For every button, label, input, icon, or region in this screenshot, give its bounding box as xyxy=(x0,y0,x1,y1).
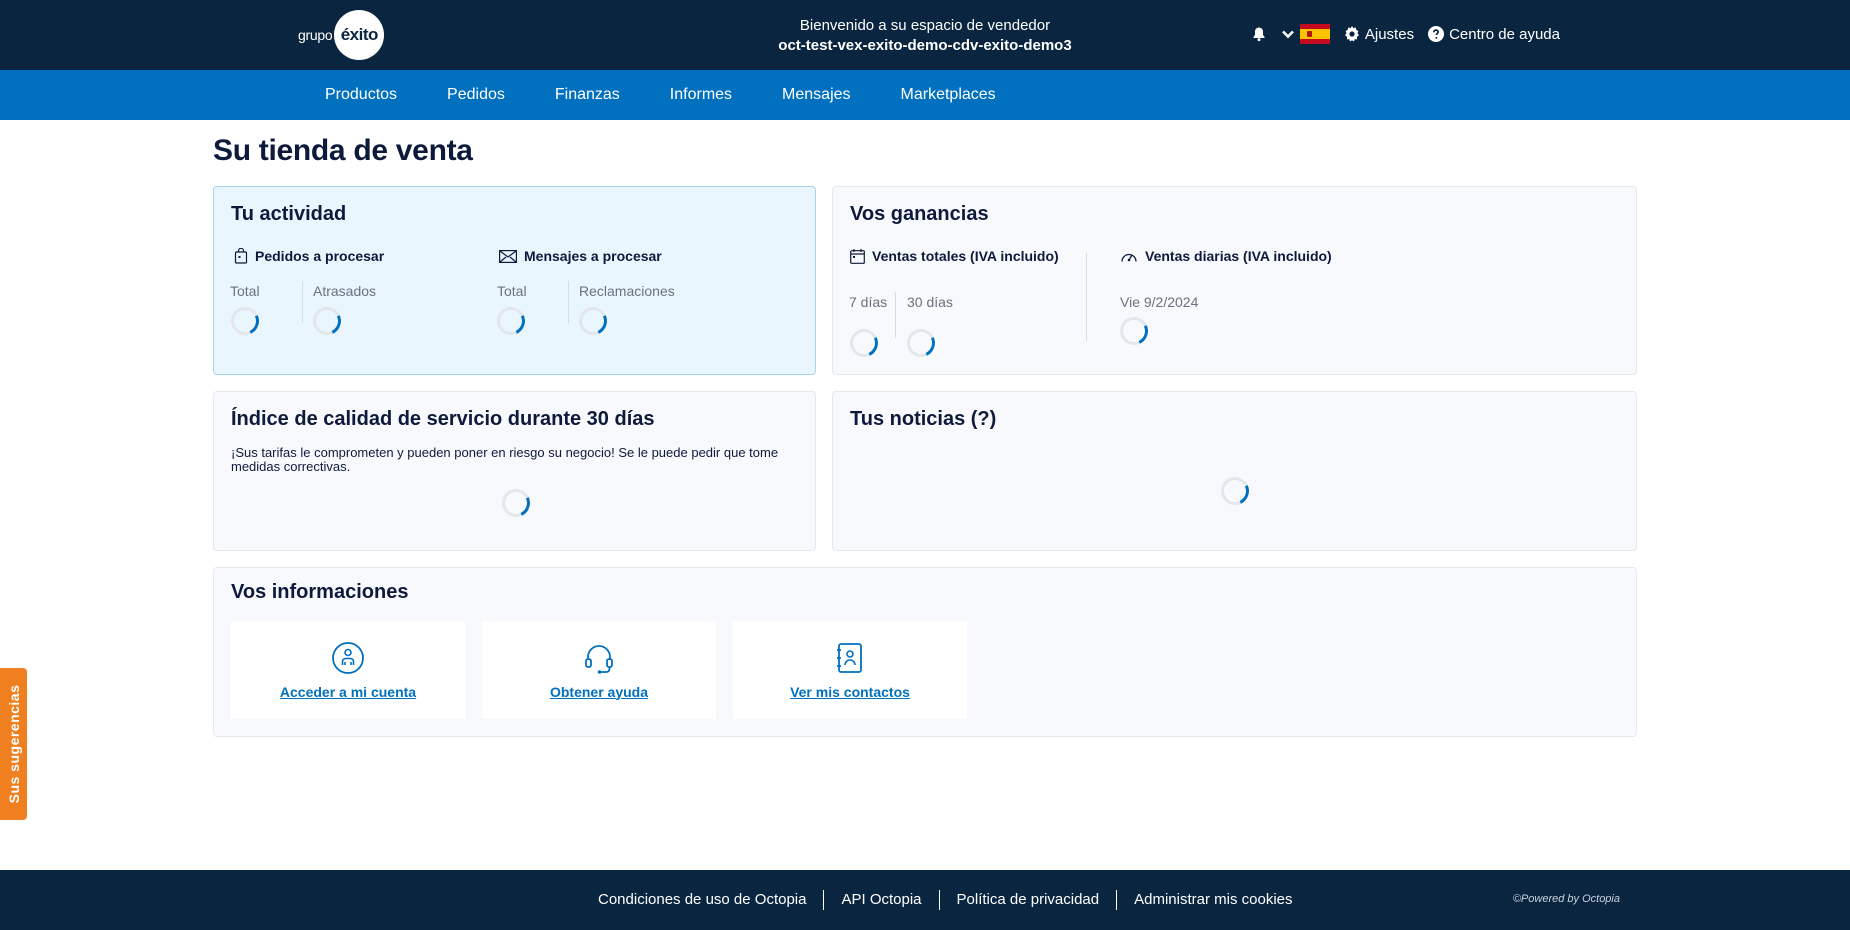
messages-to-process[interactable]: Mensajes a procesar xyxy=(499,248,662,264)
period-30-days: 30 días xyxy=(907,294,953,310)
daily-sales-date: Vie 9/2/2024 xyxy=(1120,294,1199,310)
service-quality-title: Índice de calidad de servicio durante 30… xyxy=(231,408,655,430)
feedback-label: Sus sugerencias xyxy=(5,684,22,804)
logo-name: éxito xyxy=(340,25,379,44)
total-sales-label: Ventas totales (IVA incluido) xyxy=(872,248,1059,264)
footer: Condiciones de uso de Octopia API Octopi… xyxy=(0,870,1850,930)
service-quality-card: Índice de calidad de servicio durante 30… xyxy=(213,391,816,551)
welcome-text: Bienvenido a su espacio de vendedor xyxy=(799,17,1051,34)
information-title: Vos informaciones xyxy=(231,581,409,603)
loading-spinner-icon xyxy=(498,485,534,521)
main-navigation: Productos Pedidos Finanzas Informes Mens… xyxy=(0,70,1850,120)
nav-item-mensajes[interactable]: Mensajes xyxy=(782,86,850,104)
footer-links: Condiciones de uso de Octopia API Octopi… xyxy=(598,890,1310,910)
divider xyxy=(1086,253,1087,341)
footer-link-terms[interactable]: Condiciones de uso de Octopia xyxy=(598,890,823,910)
nav-item-marketplaces[interactable]: Marketplaces xyxy=(901,86,996,104)
news-title[interactable]: Tus noticias (?) xyxy=(850,408,996,431)
earnings-card: Vos ganancias Ventas totales (IVA inclui… xyxy=(832,186,1637,375)
notifications-bell-icon[interactable] xyxy=(1251,26,1267,42)
total-sales[interactable]: Ventas totales (IVA incluido) xyxy=(850,248,1059,264)
service-quality-text: ¡Sus tarifas le comprometen y pueden pon… xyxy=(231,445,779,474)
help-box[interactable]: Obtener ayuda xyxy=(482,621,716,719)
earnings-title: Vos ganancias xyxy=(850,203,989,225)
footer-link-api[interactable]: API Octopia xyxy=(823,890,938,910)
loading-spinner-icon xyxy=(903,325,939,361)
nav-item-informes[interactable]: Informes xyxy=(670,86,732,104)
activity-title: Tu actividad xyxy=(231,203,347,225)
help-link[interactable]: Obtener ayuda xyxy=(550,684,648,700)
store-id: oct-test-vex-exito-demo-cdv-exito-demo3 xyxy=(778,37,1072,54)
top-header: grupo éxito Bienvenido a su espacio de v… xyxy=(0,0,1850,70)
speedometer-icon xyxy=(1121,253,1137,262)
headset-icon xyxy=(585,644,613,674)
information-card: Vos informaciones Acceder a mi cuenta Ob… xyxy=(213,567,1637,737)
messages-to-process-label: Mensajes a procesar xyxy=(524,248,662,264)
language-selector[interactable] xyxy=(1281,24,1330,44)
news-card: Tus noticias (?) xyxy=(832,391,1637,551)
orders-total-label: Total xyxy=(230,283,260,299)
top-actions: Ajustes Centro de ayuda xyxy=(1251,24,1560,44)
contacts-link[interactable]: Ver mis contactos xyxy=(790,684,910,700)
address-book-icon xyxy=(837,642,862,673)
calendar-icon xyxy=(850,248,865,264)
loading-spinner-icon xyxy=(1217,473,1253,509)
footer-link-privacy[interactable]: Política de privacidad xyxy=(938,890,1117,910)
nav-item-pedidos[interactable]: Pedidos xyxy=(447,86,505,104)
activity-card: Tu actividad Pedidos a procesar Mensajes… xyxy=(213,186,816,375)
account-link[interactable]: Acceder a mi cuenta xyxy=(280,684,416,700)
powered-by: ©Powered by Octopia xyxy=(1512,893,1620,905)
user-circle-icon xyxy=(332,641,364,674)
chevron-down-icon xyxy=(1281,30,1294,39)
spain-flag-icon xyxy=(1299,24,1330,44)
nav-item-productos[interactable]: Productos xyxy=(325,86,397,104)
contacts-box[interactable]: Ver mis contactos xyxy=(733,621,967,719)
settings-link[interactable]: Ajustes xyxy=(1344,26,1414,43)
loading-spinner-icon xyxy=(309,303,345,339)
period-7-days: 7 días xyxy=(849,294,888,310)
loading-spinner-icon xyxy=(227,303,263,339)
loading-spinner-icon xyxy=(575,303,611,339)
nav-item-finanzas[interactable]: Finanzas xyxy=(555,86,620,104)
help-center-label: Centro de ayuda xyxy=(1449,25,1560,43)
divider xyxy=(302,281,303,323)
daily-sales-label: Ventas diarias (IVA incluido) xyxy=(1145,248,1332,264)
account-box[interactable]: Acceder a mi cuenta xyxy=(231,621,465,719)
daily-sales[interactable]: Ventas diarias (IVA incluido) xyxy=(1120,248,1332,264)
divider xyxy=(568,281,569,323)
loading-spinner-icon xyxy=(846,325,882,361)
settings-label: Ajustes xyxy=(1364,25,1415,43)
orders-to-process[interactable]: Pedidos a procesar xyxy=(234,248,384,264)
divider xyxy=(895,292,896,338)
logo-circle: éxito xyxy=(334,10,385,60)
footer-link-cookies[interactable]: Administrar mis cookies xyxy=(1116,890,1309,910)
messages-claims-label: Reclamaciones xyxy=(579,283,675,299)
loading-spinner-icon xyxy=(1116,313,1152,349)
logo-prefix: grupo xyxy=(298,27,333,43)
grupo-exito-logo[interactable]: grupo éxito xyxy=(298,10,385,60)
loading-spinner-icon xyxy=(493,303,529,339)
question-circle-icon xyxy=(1428,26,1445,42)
shopping-bag-icon xyxy=(234,248,248,264)
help-center-link[interactable]: Centro de ayuda xyxy=(1428,26,1560,43)
page-title: Su tienda de venta xyxy=(213,134,473,167)
feedback-tab[interactable]: Sus sugerencias xyxy=(0,668,27,820)
messages-total-label: Total xyxy=(497,283,527,299)
orders-to-process-label: Pedidos a procesar xyxy=(255,248,385,264)
gear-icon xyxy=(1344,26,1359,42)
orders-late-label: Atrasados xyxy=(313,283,377,299)
envelope-icon xyxy=(499,249,517,263)
welcome-banner: Bienvenido a su espacio de vendedor oct-… xyxy=(700,16,1150,56)
